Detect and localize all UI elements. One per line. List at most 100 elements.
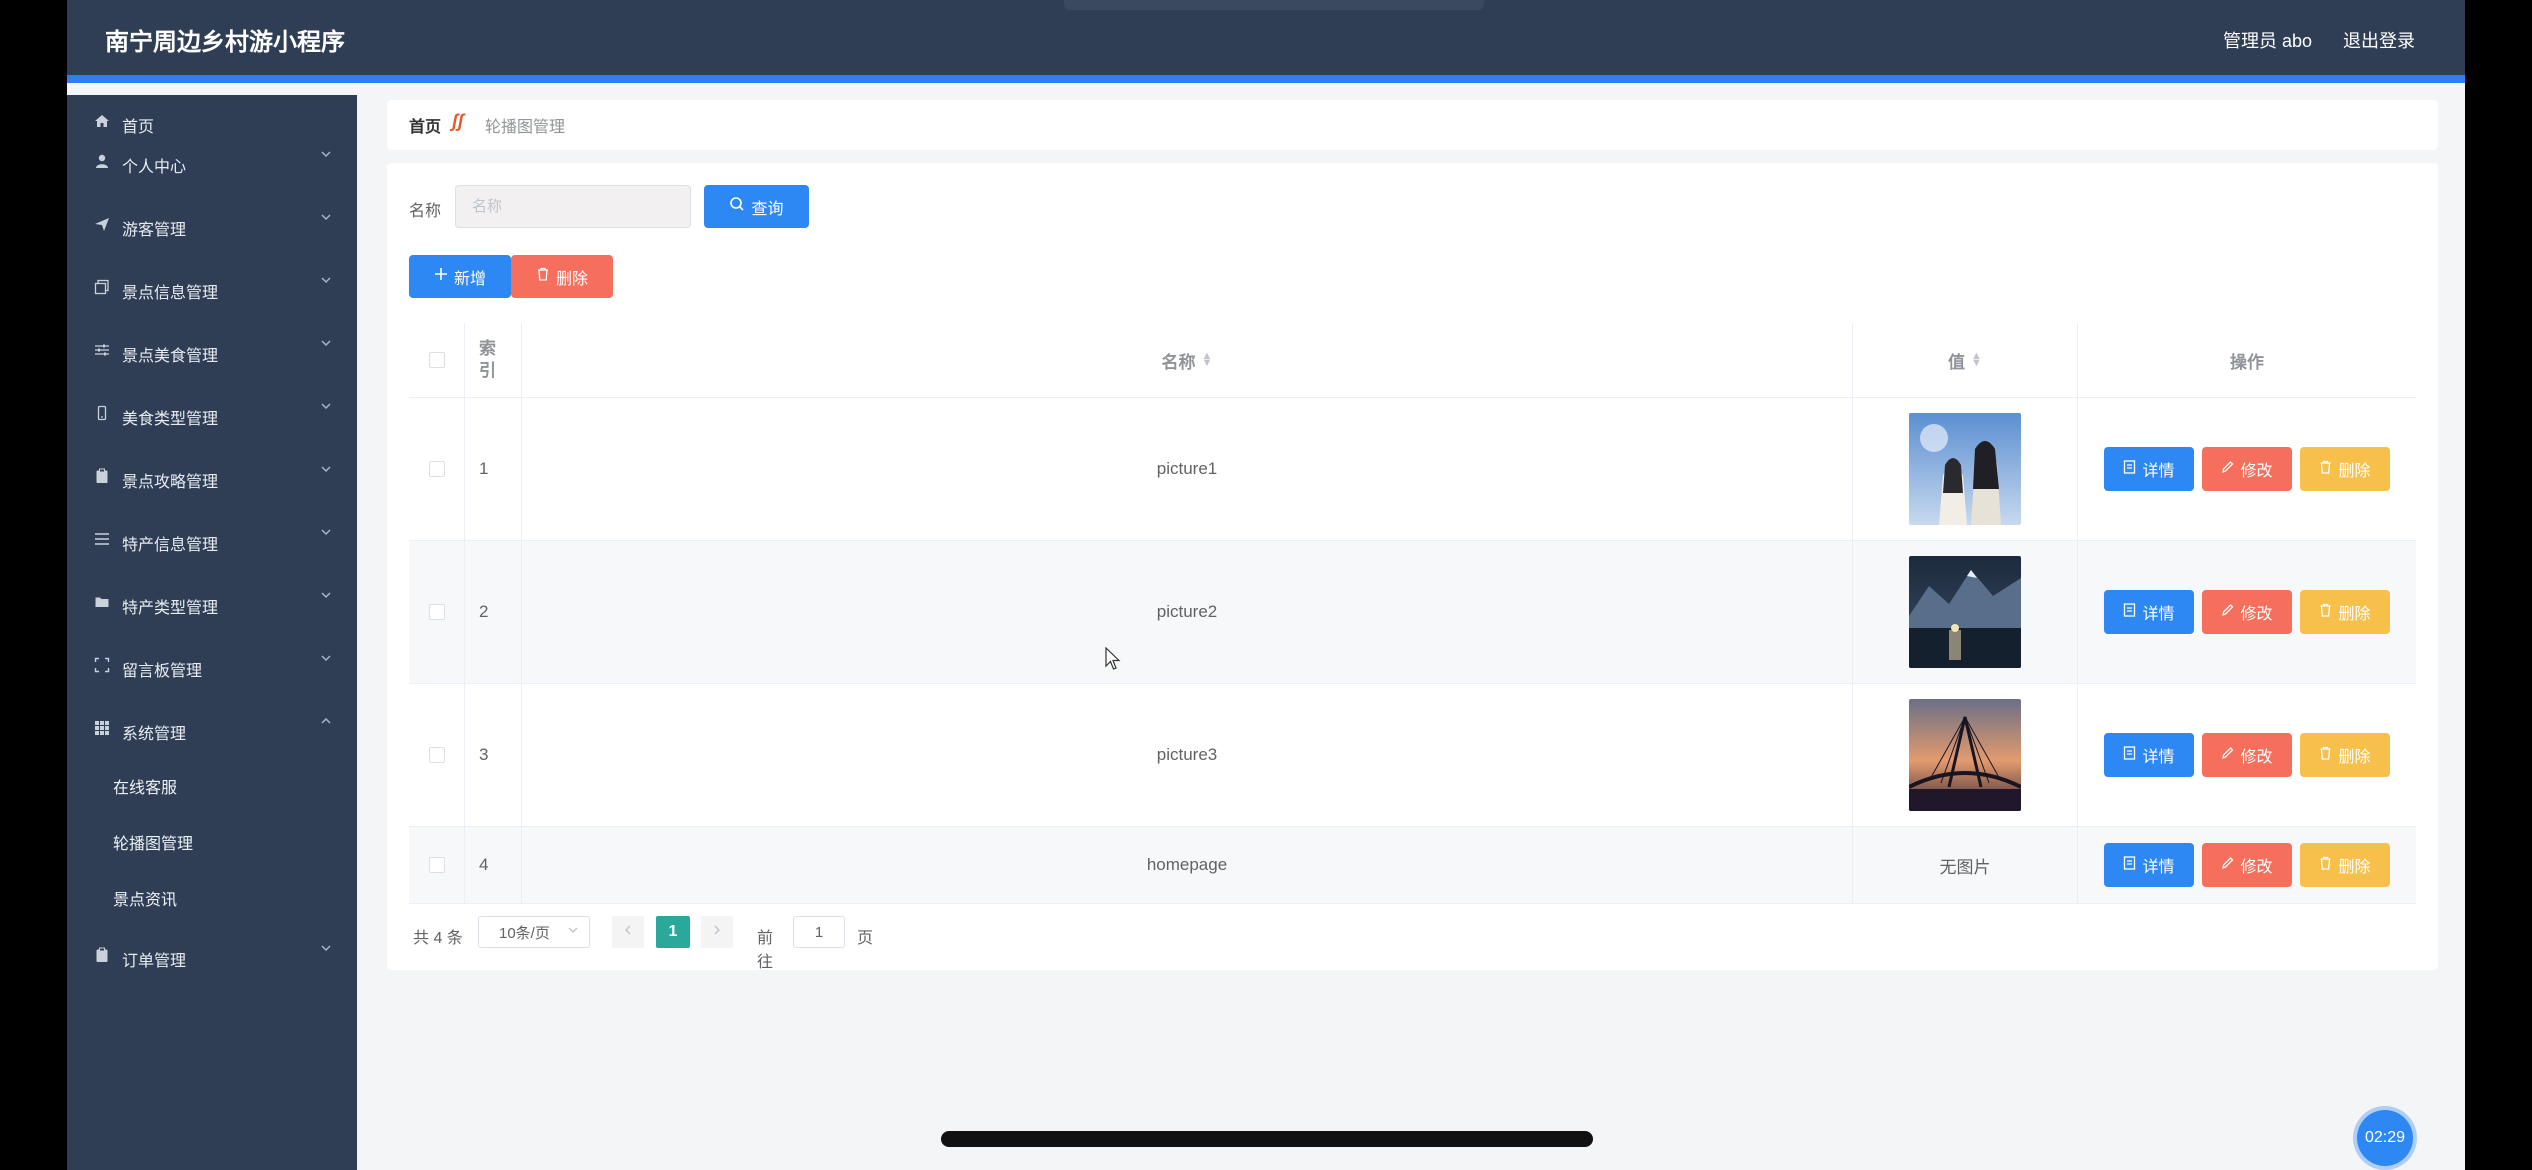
delete-button[interactable]: 删除: [2300, 733, 2390, 777]
edit-button-label: 修改: [2240, 463, 2273, 480]
header-name-label: 名称: [1161, 352, 1196, 372]
row-checkbox[interactable]: [428, 461, 445, 477]
row-name: homepage: [522, 827, 1853, 903]
sidebar-item-guides[interactable]: 景点攻略管理: [67, 452, 357, 502]
copy-icon: [93, 278, 111, 296]
edit-button[interactable]: 修改: [2202, 590, 2292, 634]
sidebar-item-messages[interactable]: 留言板管理: [67, 641, 357, 691]
table-row: 2 picture2 详情 修改 删除: [409, 541, 2416, 684]
pencil-icon: [2221, 460, 2234, 479]
pagination-total: 共 4 条: [413, 930, 463, 947]
breadcrumb-separator-icon: ʃʃ: [452, 111, 464, 131]
delete-button-label: 删除: [2338, 749, 2371, 766]
chevron-down-icon: [319, 336, 335, 352]
sidebar-item-label: 特产信息管理: [122, 537, 219, 554]
goto-label: 前往: [757, 930, 774, 971]
row-actions: 详情 修改 删除: [2078, 684, 2416, 826]
row-value: [1853, 541, 2078, 683]
edit-button[interactable]: 修改: [2202, 733, 2292, 777]
row-actions: 详情 修改 删除: [2078, 541, 2416, 683]
sidebar-item-label: 留言板管理: [122, 663, 203, 680]
page-size-select[interactable]: 10条/页: [478, 916, 590, 948]
sidebar-item-orders[interactable]: 订单管理: [67, 931, 357, 981]
page-unit-label: 页: [857, 930, 874, 947]
row-checkbox[interactable]: [428, 747, 445, 763]
sidebar-item-specialties[interactable]: 特产信息管理: [67, 515, 357, 565]
sidebar-item-attractions[interactable]: 景点信息管理: [67, 263, 357, 313]
edit-button[interactable]: 修改: [2202, 843, 2292, 887]
chevron-down-icon: [319, 941, 335, 957]
trash-icon: [2319, 460, 2332, 479]
sidebar-item-system[interactable]: 系统管理: [67, 704, 357, 754]
row-index: 1: [465, 398, 522, 540]
sidebar-subitem-carousel[interactable]: 轮播图管理: [67, 816, 357, 862]
app-title: 南宁周边乡村游小程序: [105, 29, 345, 56]
sliders-icon: [93, 341, 111, 359]
header-checkbox-cell: [409, 323, 465, 397]
row-checkbox[interactable]: [428, 857, 445, 873]
detail-button[interactable]: 详情: [2104, 590, 2194, 634]
breadcrumb-home[interactable]: 首页: [409, 113, 441, 137]
chevron-down-icon: [319, 147, 335, 163]
thumbnail-image[interactable]: [1909, 699, 2021, 811]
chevron-down-icon: [319, 399, 335, 415]
sort-icon[interactable]: ▲ ▼: [1202, 351, 1213, 369]
sidebar-subitem-online-service[interactable]: 在线客服: [67, 760, 357, 806]
sidebar-item-food-types[interactable]: 美食类型管理: [67, 389, 357, 439]
header-value[interactable]: 值 ▲ ▼: [1853, 323, 2078, 397]
sidebar-subitem-label: 景点资讯: [113, 892, 178, 909]
thumbnail-image[interactable]: [1909, 556, 2021, 668]
thumbnail-image[interactable]: [1909, 413, 2021, 525]
row-checkbox[interactable]: [428, 604, 445, 620]
sidebar-item-visitors[interactable]: 游客管理: [67, 200, 357, 250]
sidebar-subitem-news[interactable]: 景点资讯: [67, 872, 357, 918]
next-page-button[interactable]: [701, 916, 733, 948]
row-checkbox-cell: [409, 541, 465, 683]
clipboard-icon: [93, 467, 111, 485]
pencil-icon: [2221, 746, 2234, 765]
sidebar-item-food[interactable]: 景点美食管理: [67, 326, 357, 376]
edit-button-label: 修改: [2240, 749, 2273, 766]
row-checkbox-cell: [409, 398, 465, 540]
sidebar-item-label: 美食类型管理: [122, 411, 219, 428]
plus-icon: [434, 267, 448, 286]
detail-button[interactable]: 详情: [2104, 447, 2194, 491]
chevron-left-icon: [623, 923, 633, 941]
detail-button[interactable]: 详情: [2104, 843, 2194, 887]
delete-button[interactable]: 删除: [2300, 843, 2390, 887]
row-actions: 详情 修改 删除: [2078, 827, 2416, 903]
sidebar-item-label: 订单管理: [122, 953, 187, 970]
query-button[interactable]: 查询: [704, 185, 809, 228]
page-size-value: 10条/页: [499, 924, 550, 942]
select-all-checkbox[interactable]: [428, 352, 445, 368]
name-search-input[interactable]: [455, 185, 691, 228]
delete-button-label: 删除: [2338, 606, 2371, 623]
detail-button[interactable]: 详情: [2104, 733, 2194, 777]
fullscreen-icon: [93, 656, 111, 674]
goto-page-input[interactable]: [793, 916, 845, 948]
row-actions: 详情 修改 删除: [2078, 398, 2416, 540]
chevron-down-icon: [319, 210, 335, 226]
batch-delete-button[interactable]: 删除: [511, 255, 613, 298]
delete-button[interactable]: 删除: [2300, 590, 2390, 634]
delete-button[interactable]: 删除: [2300, 447, 2390, 491]
paper-plane-icon: [93, 215, 111, 233]
edit-button-label: 修改: [2240, 859, 2273, 876]
edit-button[interactable]: 修改: [2202, 447, 2292, 491]
logout-link[interactable]: 退出登录: [2343, 27, 2415, 53]
breadcrumb-current: 轮播图管理: [485, 119, 566, 136]
add-button[interactable]: 新增: [409, 255, 511, 298]
sidebar-subitem-label: 在线客服: [113, 780, 178, 797]
header-name[interactable]: 名称 ▲ ▼: [522, 323, 1853, 397]
sidebar-item-specialty-types[interactable]: 特产类型管理: [67, 578, 357, 628]
page-number-button[interactable]: 1: [656, 916, 690, 948]
row-value: [1853, 398, 2078, 540]
sidebar-item-personal[interactable]: 个人中心: [67, 137, 357, 187]
chevron-down-icon: [319, 588, 335, 604]
sidebar-item-label: 景点信息管理: [122, 285, 219, 302]
search-icon: [729, 196, 745, 217]
prev-page-button[interactable]: [612, 916, 644, 948]
row-value: 无图片: [1853, 827, 2078, 903]
pencil-icon: [2221, 856, 2234, 875]
sort-icon[interactable]: ▲ ▼: [1971, 351, 1982, 369]
